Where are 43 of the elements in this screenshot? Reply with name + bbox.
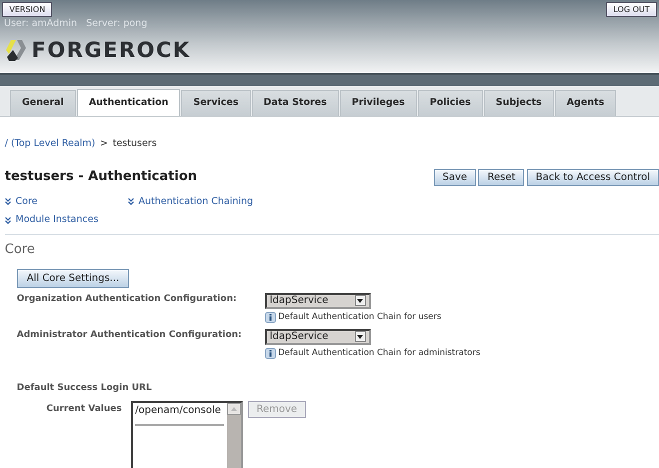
info-icon (264, 312, 276, 323)
tab[interactable]: Data Stores (252, 90, 339, 116)
tab[interactable]: Privileges (340, 90, 417, 116)
double-chevron-icon (4, 198, 11, 206)
scroll-up-icon (226, 402, 241, 415)
action-button[interactable]: Back to Access Control (526, 168, 659, 186)
logo-icon (4, 38, 27, 62)
double-chevron-icon (4, 216, 11, 224)
action-button[interactable]: Reset (478, 168, 524, 186)
jump-link[interactable]: Authentication Chaining (128, 194, 285, 209)
tab[interactable]: Subjects (484, 90, 554, 116)
field-label: Current Values (45, 402, 123, 416)
dropdown[interactable]: ldapService (264, 292, 371, 309)
breadcrumb-link[interactable]: / (Top Level Realm) (4, 137, 96, 152)
page-title: testusers - Authentication (4, 168, 198, 186)
tab[interactable]: Services (181, 90, 251, 116)
version-button[interactable]: VERSION (2, 2, 52, 18)
double-chevron-icon (128, 198, 134, 206)
caret-icon (357, 298, 364, 303)
breadcrumb-separator: > (100, 137, 108, 151)
tab[interactable]: Policies (418, 90, 483, 116)
help-text: Default Authentication Chain for administrators (278, 347, 480, 360)
field-label: Organization Authentication Configuration: (16, 292, 238, 306)
tab[interactable]: Authentication (76, 89, 180, 116)
help-text: Default Authentication Chain for users (278, 311, 442, 324)
field-label: Administrator Authentication Configuration: (16, 328, 243, 342)
tab[interactable]: Agents (554, 90, 616, 116)
list-box[interactable]: /openam/console (130, 400, 243, 468)
dropdown[interactable]: ldapService (264, 328, 371, 345)
field-label: Default Success Login URL (16, 382, 153, 395)
jump-link[interactable]: Core (4, 194, 128, 209)
logo-text: FORGEROCK (32, 36, 191, 64)
logout-button[interactable]: LOG OUT (606, 2, 657, 18)
tab[interactable]: General (10, 90, 76, 116)
list-item[interactable]: /openam/console (135, 402, 224, 426)
caret-icon (357, 334, 364, 339)
user-server-info: User: amAdmin Server: pong (3, 17, 148, 32)
jump-link[interactable]: Module Instances (4, 213, 128, 228)
breadcrumb-current: testusers (112, 137, 157, 151)
section-title: Core (4, 241, 36, 260)
action-button[interactable]: Save (434, 168, 476, 186)
all-core-settings-button[interactable]: All Core Settings... (16, 268, 130, 288)
info-icon (264, 348, 276, 360)
